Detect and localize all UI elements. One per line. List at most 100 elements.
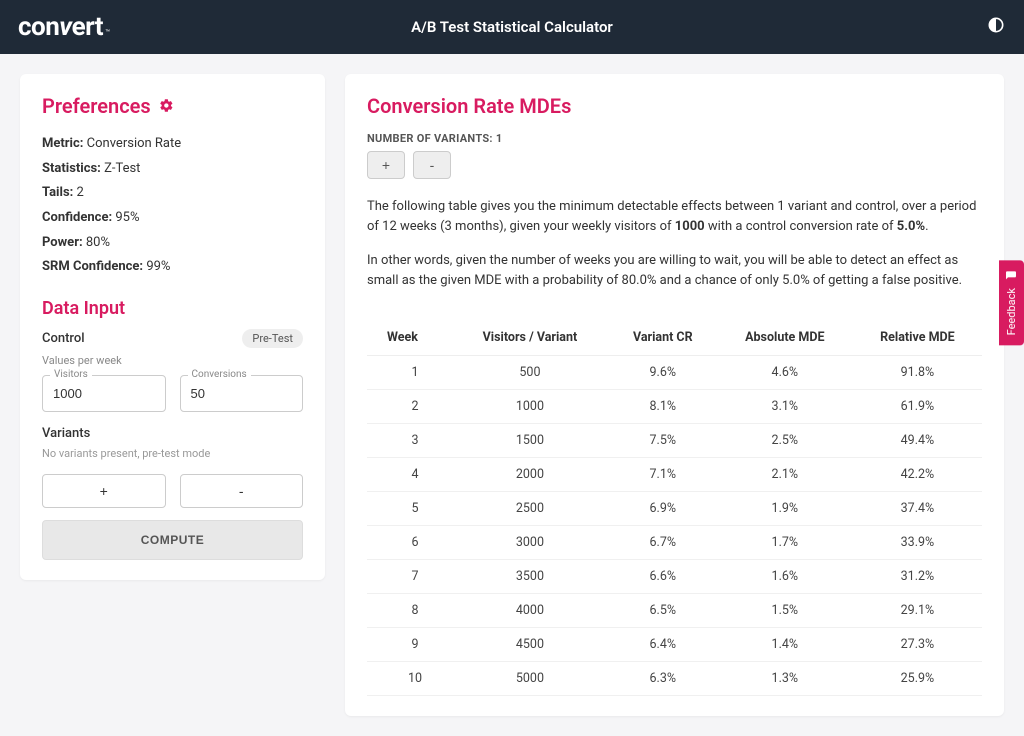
logo-tm: ™ bbox=[105, 28, 110, 37]
table-cell: 2.1% bbox=[717, 457, 853, 491]
table-cell: 9.6% bbox=[609, 355, 717, 389]
table-cell: 6.9% bbox=[609, 491, 717, 525]
decrease-variants-button[interactable]: - bbox=[413, 151, 451, 179]
table-header: Relative MDE bbox=[853, 320, 982, 356]
values-hint: Values per week bbox=[42, 354, 303, 367]
table-cell: 3.1% bbox=[717, 389, 853, 423]
table-cell: 2.5% bbox=[717, 423, 853, 457]
page-title: A/B Test Statistical Calculator bbox=[411, 18, 613, 36]
table-cell: 1500 bbox=[451, 423, 609, 457]
table-cell: 33.9% bbox=[853, 525, 982, 559]
table-cell: 6.6% bbox=[609, 559, 717, 593]
table-cell: 1.4% bbox=[717, 627, 853, 661]
description-1: The following table gives you the minimu… bbox=[367, 197, 982, 237]
table-header: Week bbox=[367, 320, 451, 356]
visitors-input[interactable] bbox=[42, 375, 166, 412]
table-cell: 1000 bbox=[451, 389, 609, 423]
conversions-label: Conversions bbox=[188, 369, 251, 380]
table-cell: 1.6% bbox=[717, 559, 853, 593]
table-row: 1050006.3%1.3%25.9% bbox=[367, 661, 982, 695]
theme-toggle-icon[interactable] bbox=[986, 15, 1006, 39]
table-row: 15009.6%4.6%91.8% bbox=[367, 355, 982, 389]
table-cell: 3000 bbox=[451, 525, 609, 559]
logo-slash: v bbox=[59, 12, 71, 42]
table-cell: 4.6% bbox=[717, 355, 853, 389]
table-cell: 7.1% bbox=[609, 457, 717, 491]
preferences-item: Statistics: Z-Test bbox=[42, 157, 303, 182]
table-cell: 49.4% bbox=[853, 423, 982, 457]
table-row: 315007.5%2.5%49.4% bbox=[367, 423, 982, 457]
table-cell: 8 bbox=[367, 593, 451, 627]
table-cell: 2 bbox=[367, 389, 451, 423]
logo-text-2: ert bbox=[72, 12, 104, 42]
logo[interactable]: convert™ bbox=[18, 12, 110, 42]
table-header: Visitors / Variant bbox=[451, 320, 609, 356]
table-cell: 6.3% bbox=[609, 661, 717, 695]
table-cell: 1 bbox=[367, 355, 451, 389]
table-cell: 6.5% bbox=[609, 593, 717, 627]
pretest-badge: Pre-Test bbox=[242, 329, 303, 348]
table-cell: 10 bbox=[367, 661, 451, 695]
table-cell: 9 bbox=[367, 627, 451, 661]
table-cell: 8.1% bbox=[609, 389, 717, 423]
compute-button[interactable]: COMPUTE bbox=[42, 520, 303, 560]
preferences-title: Preferences bbox=[42, 94, 303, 118]
mde-table: WeekVisitors / VariantVariant CRAbsolute… bbox=[367, 320, 982, 696]
description-2: In other words, given the number of week… bbox=[367, 251, 982, 291]
table-cell: 2000 bbox=[451, 457, 609, 491]
visitors-field: Visitors bbox=[42, 375, 166, 412]
visitors-label: Visitors bbox=[50, 369, 92, 380]
table-cell: 31.2% bbox=[853, 559, 982, 593]
preferences-card: Preferences Metric: Conversion RateStati… bbox=[20, 74, 325, 580]
table-cell: 25.9% bbox=[853, 661, 982, 695]
preferences-list: Metric: Conversion RateStatistics: Z-Tes… bbox=[42, 132, 303, 280]
table-cell: 4 bbox=[367, 457, 451, 491]
feedback-label: Feedback bbox=[1005, 288, 1018, 335]
logo-text-1: con bbox=[18, 12, 59, 42]
table-cell: 1.5% bbox=[717, 593, 853, 627]
table-row: 945006.4%1.4%27.3% bbox=[367, 627, 982, 661]
table-row: 420007.1%2.1%42.2% bbox=[367, 457, 982, 491]
table-cell: 5000 bbox=[451, 661, 609, 695]
table-cell: 1.9% bbox=[717, 491, 853, 525]
table-cell: 7 bbox=[367, 559, 451, 593]
feedback-icon bbox=[1006, 270, 1018, 282]
table-cell: 1.3% bbox=[717, 661, 853, 695]
add-variant-button[interactable]: + bbox=[42, 474, 166, 508]
gear-icon[interactable] bbox=[159, 94, 174, 118]
table-header: Variant CR bbox=[609, 320, 717, 356]
remove-variant-button[interactable]: - bbox=[180, 474, 304, 508]
preferences-item: Power: 80% bbox=[42, 231, 303, 256]
conversions-input[interactable] bbox=[180, 375, 304, 412]
data-input-title: Data Input bbox=[42, 298, 303, 319]
table-cell: 4500 bbox=[451, 627, 609, 661]
table-row: 840006.5%1.5%29.1% bbox=[367, 593, 982, 627]
variants-empty: No variants present, pre-test mode bbox=[42, 447, 303, 460]
table-row: 210008.1%3.1%61.9% bbox=[367, 389, 982, 423]
table-cell: 27.3% bbox=[853, 627, 982, 661]
main-title: Conversion Rate MDEs bbox=[367, 94, 982, 118]
num-variants-label: NUMBER OF VARIANTS: 1 bbox=[367, 132, 982, 145]
table-cell: 7.5% bbox=[609, 423, 717, 457]
preferences-item: SRM Confidence: 99% bbox=[42, 255, 303, 280]
table-cell: 1.7% bbox=[717, 525, 853, 559]
table-cell: 6 bbox=[367, 525, 451, 559]
preferences-item: Tails: 2 bbox=[42, 181, 303, 206]
table-cell: 5 bbox=[367, 491, 451, 525]
table-cell: 37.4% bbox=[853, 491, 982, 525]
preferences-item: Metric: Conversion Rate bbox=[42, 132, 303, 157]
table-cell: 4000 bbox=[451, 593, 609, 627]
table-cell: 6.4% bbox=[609, 627, 717, 661]
control-label: Control bbox=[42, 331, 85, 346]
preferences-item: Confidence: 95% bbox=[42, 206, 303, 231]
table-row: 630006.7%1.7%33.9% bbox=[367, 525, 982, 559]
table-cell: 3 bbox=[367, 423, 451, 457]
feedback-tab[interactable]: Feedback bbox=[999, 260, 1024, 345]
table-cell: 2500 bbox=[451, 491, 609, 525]
variants-label: Variants bbox=[42, 426, 303, 441]
table-cell: 6.7% bbox=[609, 525, 717, 559]
main-card: Conversion Rate MDEs NUMBER OF VARIANTS:… bbox=[345, 74, 1004, 716]
increase-variants-button[interactable]: + bbox=[367, 151, 405, 179]
topbar: convert™ A/B Test Statistical Calculator bbox=[0, 0, 1024, 54]
table-cell: 61.9% bbox=[853, 389, 982, 423]
